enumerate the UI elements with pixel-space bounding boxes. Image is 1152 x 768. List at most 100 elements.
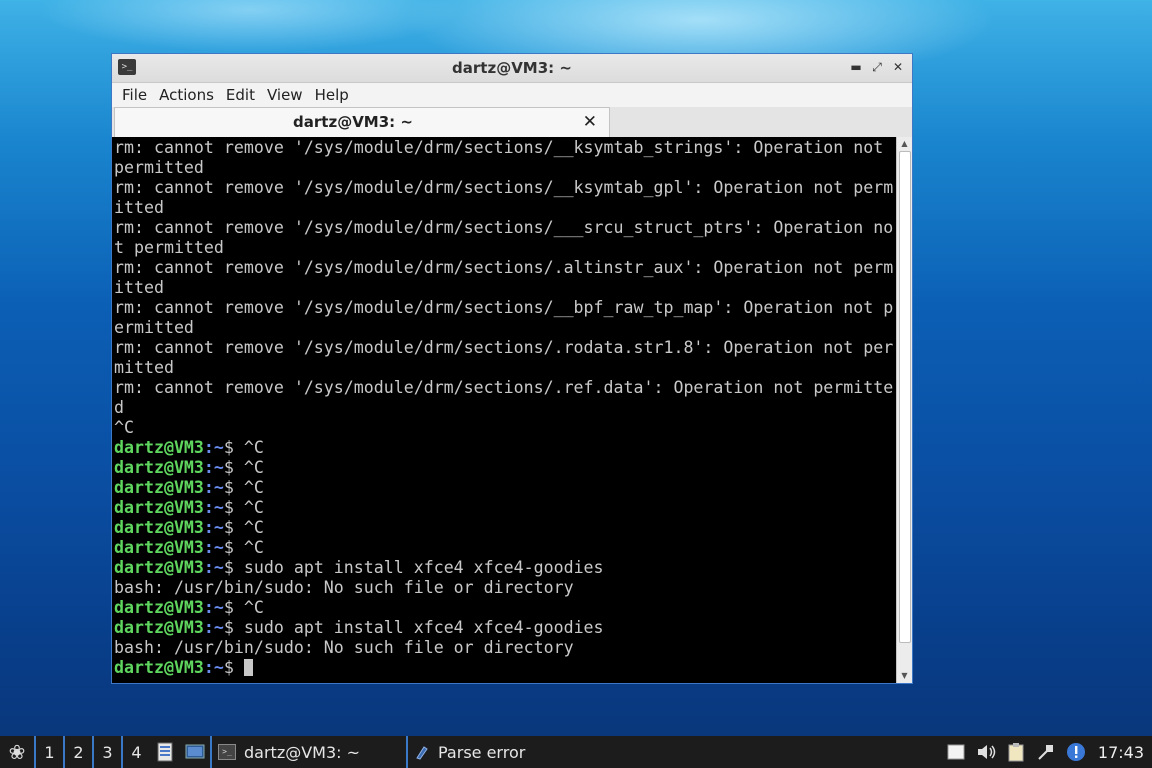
workspace-4[interactable]: 4	[121, 736, 150, 768]
terminal-line: dartz@VM3:~$ sudo apt install xfce4 xfce…	[114, 558, 896, 578]
prompt-path: :~	[203, 498, 224, 517]
terminal-line: rm: cannot remove '/sys/module/drm/secti…	[114, 378, 896, 398]
prompt-symbol: $	[223, 658, 244, 677]
output-text: rm: cannot remove '/sys/module/drm/secti…	[114, 378, 894, 397]
terminal-line: rm: cannot remove '/sys/module/drm/secti…	[114, 298, 896, 318]
prompt-path: :~	[203, 598, 224, 617]
text-cursor	[243, 659, 253, 676]
terminal-line: rm: cannot remove '/sys/module/drm/secti…	[114, 138, 896, 158]
terminal-line: dartz@VM3:~$ ^C	[114, 598, 896, 618]
command-text: ^C	[243, 538, 264, 557]
task-terminal[interactable]: >_ dartz@VM3: ~	[210, 736, 406, 768]
prompt-path: :~	[203, 458, 224, 477]
prompt-symbol: $	[223, 498, 244, 517]
command-text: ^C	[243, 438, 264, 457]
output-text: rm: cannot remove '/sys/module/drm/secti…	[114, 338, 894, 357]
prompt-user: dartz@VM3	[114, 518, 204, 537]
output-text: rm: cannot remove '/sys/module/drm/secti…	[114, 298, 894, 317]
maximize-button[interactable]: ⤢	[871, 59, 883, 75]
output-text: d	[114, 398, 124, 417]
terminal-line: dartz@VM3:~$	[114, 658, 896, 678]
output-text: rm: cannot remove '/sys/module/drm/secti…	[114, 218, 894, 237]
clock[interactable]: 17:43	[1098, 743, 1144, 762]
prompt-user: dartz@VM3	[114, 558, 204, 577]
output-text: permitted	[114, 158, 204, 177]
network-icon[interactable]	[1036, 742, 1056, 762]
title-bar[interactable]: >_ dartz@VM3: ~ ▬ ⤢ ✕	[112, 54, 912, 83]
minimize-button[interactable]: ▬	[850, 59, 862, 75]
notes-icon[interactable]	[946, 742, 966, 762]
output-text: bash: /usr/bin/sudo: No such file or dir…	[114, 638, 574, 657]
prompt-user: dartz@VM3	[114, 498, 204, 517]
terminal-line: rm: cannot remove '/sys/module/drm/secti…	[114, 258, 896, 278]
menu-edit[interactable]: Edit	[220, 86, 261, 104]
prompt-path: :~	[203, 558, 224, 577]
show-desktop-icon	[185, 744, 205, 759]
terminal-line: dartz@VM3:~$ ^C	[114, 538, 896, 558]
command-text: ^C	[243, 598, 264, 617]
terminal-line: dartz@VM3:~$ ^C	[114, 498, 896, 518]
output-text: ermitted	[114, 318, 194, 337]
menu-view[interactable]: View	[261, 86, 309, 104]
prompt-symbol: $	[223, 438, 244, 457]
command-text: ^C	[243, 518, 264, 537]
clipboard-icon[interactable]	[1006, 742, 1026, 762]
volume-icon[interactable]	[976, 742, 996, 762]
output-text: t permitted	[114, 238, 224, 257]
terminal-line: ermitted	[114, 318, 896, 338]
terminal-line: ^C	[114, 418, 896, 438]
prompt-symbol: $	[223, 558, 244, 577]
command-text: sudo apt install xfce4 xfce4-goodies	[243, 558, 604, 577]
prompt-user: dartz@VM3	[114, 618, 204, 637]
prompt-path: :~	[203, 518, 224, 537]
command-text: ^C	[243, 478, 264, 497]
terminal-output[interactable]: rm: cannot remove '/sys/module/drm/secti…	[112, 137, 896, 683]
taskbar: ❀ 1 2 3 4 >_ dartz@VM3: ~ Parse error 17…	[0, 736, 1152, 768]
file-manager-launcher[interactable]	[150, 736, 180, 768]
menu-actions[interactable]: Actions	[153, 86, 220, 104]
terminal-line: bash: /usr/bin/sudo: No such file or dir…	[114, 638, 896, 658]
tab-label: dartz@VM3: ~	[293, 113, 413, 131]
prompt-symbol: $	[223, 538, 244, 557]
terminal-tab[interactable]: dartz@VM3: ~ ✕	[114, 107, 610, 137]
terminal-line: itted	[114, 278, 896, 298]
prompt-user: dartz@VM3	[114, 598, 204, 617]
scroll-down-icon[interactable]: ▼	[897, 669, 912, 683]
window-title: dartz@VM3: ~	[452, 59, 572, 77]
terminal-line: dartz@VM3:~$ ^C	[114, 438, 896, 458]
terminal-line: dartz@VM3:~$ ^C	[114, 478, 896, 498]
terminal-icon: >_	[218, 744, 236, 760]
output-text: rm: cannot remove '/sys/module/drm/secti…	[114, 138, 884, 157]
scroll-thumb[interactable]	[899, 151, 911, 643]
terminal-line: mitted	[114, 358, 896, 378]
menu-bar: File Actions Edit View Help	[112, 83, 912, 107]
output-text: mitted	[114, 358, 174, 377]
workspace-1[interactable]: 1	[34, 736, 63, 768]
terminal-line: bash: /usr/bin/sudo: No such file or dir…	[114, 578, 896, 598]
output-text: rm: cannot remove '/sys/module/drm/secti…	[114, 258, 894, 277]
menu-file[interactable]: File	[116, 86, 153, 104]
prompt-symbol: $	[223, 478, 244, 497]
terminal-line: dartz@VM3:~$ ^C	[114, 518, 896, 538]
terminal-line: dartz@VM3:~$ ^C	[114, 458, 896, 478]
prompt-user: dartz@VM3	[114, 438, 204, 457]
updates-icon[interactable]	[1066, 742, 1086, 762]
terminal-line: dartz@VM3:~$ sudo apt install xfce4 xfce…	[114, 618, 896, 638]
desktop-launcher[interactable]	[180, 736, 210, 768]
menu-help[interactable]: Help	[309, 86, 355, 104]
terminal-line: d	[114, 398, 896, 418]
applications-menu-icon[interactable]: ❀	[0, 736, 34, 768]
scrollbar[interactable]: ▲ ▼	[896, 137, 912, 683]
terminal-line: rm: cannot remove '/sys/module/drm/secti…	[114, 338, 896, 358]
close-button[interactable]: ✕	[892, 59, 904, 75]
prompt-user: dartz@VM3	[114, 658, 204, 677]
workspace-3[interactable]: 3	[92, 736, 121, 768]
terminal-line: itted	[114, 198, 896, 218]
workspace-2[interactable]: 2	[63, 736, 92, 768]
document-icon	[416, 746, 428, 760]
scroll-up-icon[interactable]: ▲	[897, 137, 912, 151]
task-parse-error[interactable]: Parse error	[406, 736, 606, 768]
tab-close-icon[interactable]: ✕	[583, 112, 597, 132]
terminal-line: rm: cannot remove '/sys/module/drm/secti…	[114, 218, 896, 238]
prompt-user: dartz@VM3	[114, 538, 204, 557]
